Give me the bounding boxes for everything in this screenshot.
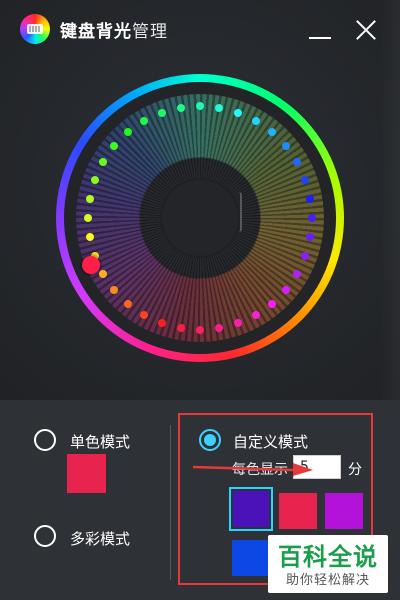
custom-mode-label[interactable]: 自定义模式 bbox=[233, 431, 308, 452]
window-title-rest: 管理 bbox=[132, 22, 168, 42]
color-dot bbox=[157, 108, 166, 117]
color-dot bbox=[140, 310, 148, 319]
color-dot bbox=[84, 214, 92, 222]
color-dot bbox=[99, 158, 107, 166]
color-dot bbox=[99, 270, 107, 278]
color-dot bbox=[176, 324, 185, 333]
custom-color-swatch[interactable] bbox=[232, 540, 270, 576]
color-dot bbox=[90, 175, 99, 184]
color-dot bbox=[267, 299, 276, 308]
custom-color-swatch[interactable] bbox=[279, 493, 317, 529]
multi-mode-radio[interactable] bbox=[34, 525, 56, 547]
color-dot bbox=[252, 310, 260, 319]
side-strip bbox=[380, 0, 400, 400]
title-bar: 键盘背光管理 bbox=[0, 0, 400, 60]
minimize-icon[interactable] bbox=[306, 16, 334, 44]
mode-divider bbox=[170, 425, 171, 580]
color-wheel[interactable] bbox=[56, 74, 344, 362]
keyboard-rainbow-icon bbox=[20, 14, 50, 44]
custom-mode-radio[interactable] bbox=[199, 429, 221, 451]
single-mode-label[interactable]: 单色模式 bbox=[70, 431, 130, 452]
color-dot bbox=[292, 158, 301, 166]
color-wheel-center bbox=[162, 180, 238, 256]
multi-mode-label[interactable]: 多彩模式 bbox=[70, 528, 130, 549]
custom-color-swatch[interactable] bbox=[325, 493, 363, 529]
color-dot bbox=[292, 270, 301, 278]
color-dot bbox=[196, 326, 204, 334]
wheel-selector-arc bbox=[234, 192, 242, 232]
color-dot bbox=[281, 285, 290, 294]
annotation-arrow-icon bbox=[193, 463, 313, 476]
color-dot bbox=[176, 103, 185, 112]
single-color-swatch[interactable] bbox=[67, 454, 106, 493]
close-icon[interactable] bbox=[352, 16, 380, 44]
window-title: 键盘背光管理 bbox=[60, 17, 168, 42]
color-dot bbox=[308, 214, 316, 222]
color-picker-handle[interactable] bbox=[82, 256, 100, 274]
single-mode-radio[interactable] bbox=[34, 429, 56, 451]
color-dot bbox=[196, 102, 204, 110]
watermark-subtitle: 助你轻松解决 bbox=[285, 573, 370, 588]
interval-unit: 分 bbox=[348, 462, 362, 478]
window-title-bold: 键盘背光 bbox=[60, 22, 132, 42]
color-dot bbox=[252, 117, 260, 125]
color-dot bbox=[140, 117, 148, 125]
watermark-title: 百科全说 bbox=[278, 543, 378, 571]
selected-swatch-frame bbox=[229, 487, 273, 531]
color-dot bbox=[281, 142, 290, 150]
color-wheel-panel: 键盘背光管理 bbox=[0, 0, 400, 400]
color-dot bbox=[157, 319, 166, 328]
color-dot bbox=[85, 194, 94, 203]
color-dot bbox=[301, 175, 310, 184]
color-dot bbox=[306, 194, 315, 203]
color-dot bbox=[124, 299, 132, 308]
watermark: 百科全说 助你轻松解决 bbox=[268, 535, 388, 593]
